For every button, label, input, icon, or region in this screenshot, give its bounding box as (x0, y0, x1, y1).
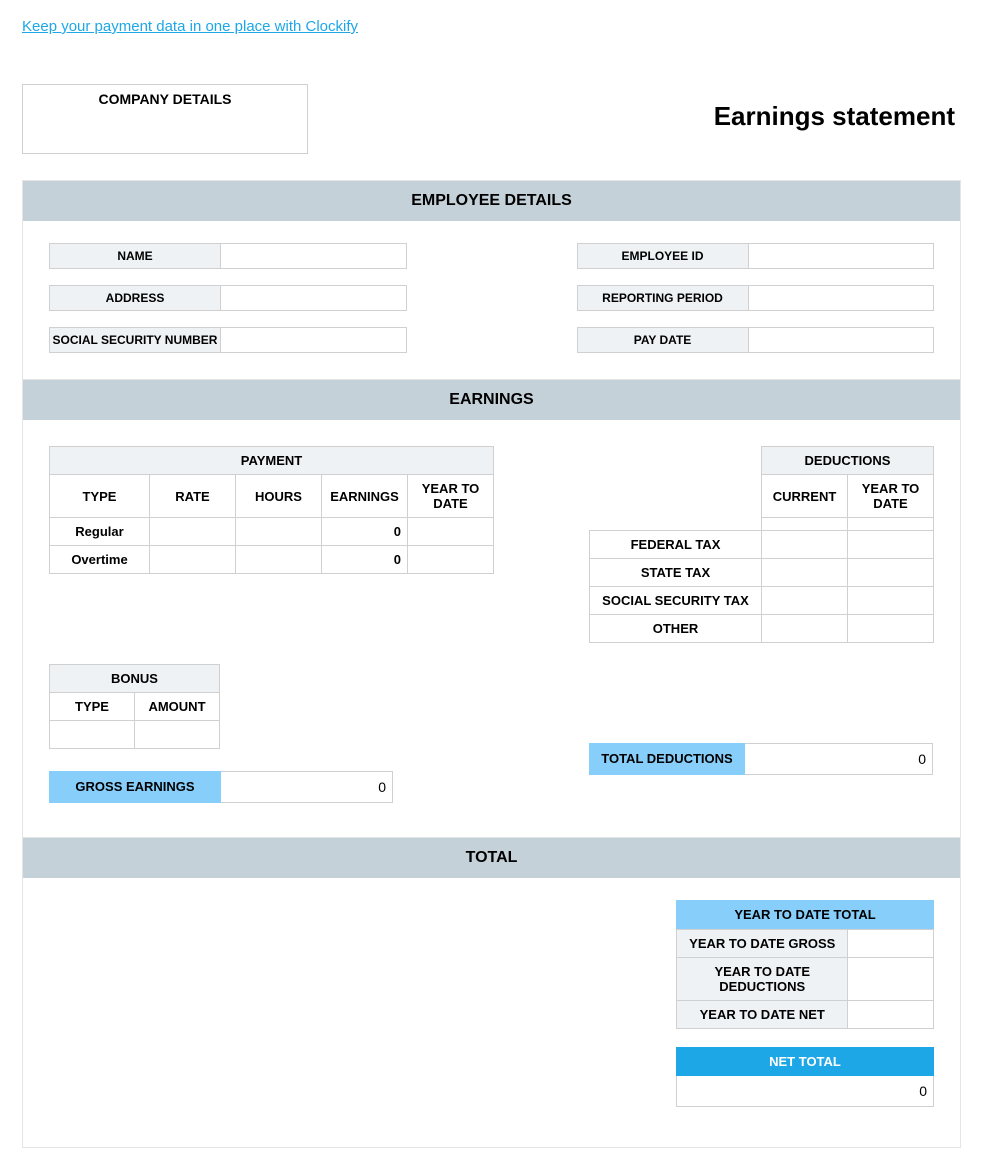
deduct-label: OTHER (590, 615, 762, 643)
deduct-ytd[interactable] (848, 518, 934, 531)
table-row: YEAR TO DATE DEDUCTIONS (677, 958, 934, 1001)
deductions-table: DEDUCTIONS CURRENT YEAR TO DATE FEDERAL … (589, 446, 934, 643)
gross-earnings-value: 0 (221, 771, 393, 803)
ytd-gross-value[interactable] (848, 930, 934, 958)
company-details-box: COMPANY DETAILS (22, 84, 308, 154)
col-hours: HOURS (236, 475, 322, 518)
pay-date-label: PAY DATE (577, 327, 749, 353)
table-row (590, 518, 934, 531)
ytd-table: YEAR TO DATE GROSS YEAR TO DATE DEDUCTIO… (676, 929, 934, 1029)
deduct-ytd[interactable] (848, 615, 934, 643)
col-earnings: EARNINGS (322, 475, 408, 518)
deduct-ytd[interactable] (848, 531, 934, 559)
payment-rate[interactable] (150, 518, 236, 546)
payment-ytd[interactable] (408, 546, 494, 574)
bonus-table: BONUS TYPE AMOUNT (49, 664, 220, 749)
total-deductions-value: 0 (745, 743, 933, 775)
deduct-current[interactable] (762, 559, 848, 587)
ytd-net-value[interactable] (848, 1001, 934, 1029)
name-label: NAME (49, 243, 221, 269)
name-value[interactable] (221, 243, 407, 269)
payment-hours[interactable] (236, 546, 322, 574)
payment-earnings: 0 (322, 546, 408, 574)
deduct-current[interactable] (762, 518, 848, 531)
table-row: FEDERAL TAX (590, 531, 934, 559)
col-type: TYPE (50, 475, 150, 518)
bonus-col-type: TYPE (50, 693, 135, 721)
table-row: Regular 0 (50, 518, 494, 546)
gross-earnings-label: GROSS EARNINGS (49, 771, 221, 803)
deduct-label: SOCIAL SECURITY TAX (590, 587, 762, 615)
page-title: Earnings statement (714, 101, 955, 132)
payment-hours[interactable] (236, 518, 322, 546)
total-deductions-label: TOTAL DEDUCTIONS (589, 743, 745, 775)
bonus-header: BONUS (50, 665, 220, 693)
payment-header: PAYMENT (50, 447, 494, 475)
employee-details-header: EMPLOYEE DETAILS (23, 181, 960, 221)
reporting-period-label: REPORTING PERIOD (577, 285, 749, 311)
pay-date-value[interactable] (749, 327, 935, 353)
address-label: ADDRESS (49, 285, 221, 311)
bonus-amount[interactable] (135, 721, 220, 749)
table-row: SOCIAL SECURITY TAX (590, 587, 934, 615)
payment-ytd[interactable] (408, 518, 494, 546)
ytd-total-header: YEAR TO DATE TOTAL (676, 900, 934, 929)
deduct-ytd[interactable] (848, 587, 934, 615)
total-header: TOTAL (23, 838, 960, 878)
earnings-section: EARNINGS PAYMENT TYPE RATE HOURS EARNING… (22, 380, 961, 838)
ytd-deductions-value[interactable] (848, 958, 934, 1001)
earnings-header: EARNINGS (23, 380, 960, 420)
promo-link[interactable]: Keep your payment data in one place with… (22, 18, 358, 35)
table-row: Overtime 0 (50, 546, 494, 574)
deduct-col-ytd: YEAR TO DATE (848, 475, 934, 518)
address-value[interactable] (221, 285, 407, 311)
employee-details-section: EMPLOYEE DETAILS NAME ADDRESS SOCIAL SEC… (22, 180, 961, 380)
table-row: YEAR TO DATE NET (677, 1001, 934, 1029)
payment-type: Regular (50, 518, 150, 546)
deduct-label: FEDERAL TAX (590, 531, 762, 559)
deduct-col-current: CURRENT (762, 475, 848, 518)
bonus-type[interactable] (50, 721, 135, 749)
ssn-label: SOCIAL SECURITY NUMBER (49, 327, 221, 353)
col-ytd: YEAR TO DATE (408, 475, 494, 518)
deduct-ytd[interactable] (848, 559, 934, 587)
employee-id-value[interactable] (749, 243, 935, 269)
employee-id-label: EMPLOYEE ID (577, 243, 749, 269)
deduct-label: STATE TAX (590, 559, 762, 587)
ssn-value[interactable] (221, 327, 407, 353)
deduct-current[interactable] (762, 615, 848, 643)
deduct-current[interactable] (762, 587, 848, 615)
payment-type: Overtime (50, 546, 150, 574)
net-total-value: 0 (676, 1076, 934, 1107)
deduct-current[interactable] (762, 531, 848, 559)
bonus-col-amount: AMOUNT (135, 693, 220, 721)
deductions-header: DEDUCTIONS (762, 447, 934, 475)
ytd-gross-label: YEAR TO DATE GROSS (677, 930, 848, 958)
table-row: YEAR TO DATE GROSS (677, 930, 934, 958)
ytd-net-label: YEAR TO DATE NET (677, 1001, 848, 1029)
total-section: TOTAL YEAR TO DATE TOTAL YEAR TO DATE GR… (22, 838, 961, 1148)
col-rate: RATE (150, 475, 236, 518)
table-row: STATE TAX (590, 559, 934, 587)
payment-earnings: 0 (322, 518, 408, 546)
payment-rate[interactable] (150, 546, 236, 574)
table-row: OTHER (590, 615, 934, 643)
reporting-period-value[interactable] (749, 285, 935, 311)
ytd-deductions-label: YEAR TO DATE DEDUCTIONS (677, 958, 848, 1001)
net-total-header: NET TOTAL (676, 1047, 934, 1076)
table-row (50, 721, 220, 749)
payment-table: PAYMENT TYPE RATE HOURS EARNINGS YEAR TO… (49, 446, 494, 574)
